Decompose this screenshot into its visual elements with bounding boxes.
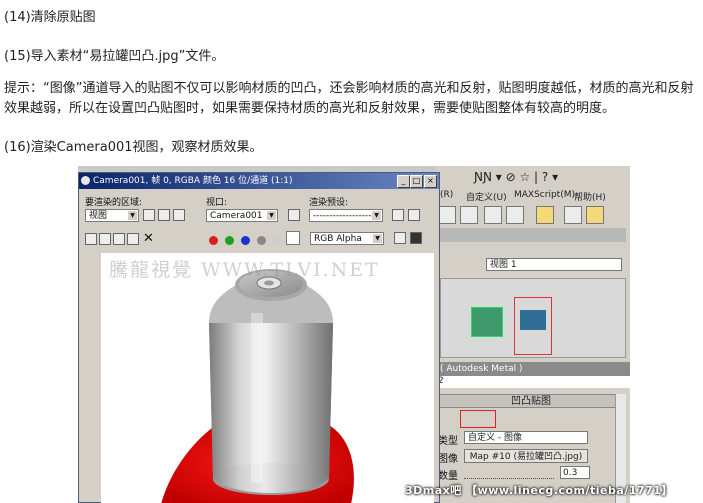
material-editor-icon[interactable]: [536, 206, 554, 224]
can-render-image: [161, 269, 354, 503]
render-setup-icon[interactable]: [392, 209, 404, 221]
number-field[interactable]: 2: [436, 376, 630, 388]
view-select[interactable]: 视图 1: [486, 258, 622, 271]
toolbar-icon[interactable]: [564, 206, 582, 224]
save-icon[interactable]: [85, 233, 97, 245]
close-icon[interactable]: ×: [424, 175, 437, 188]
linecg-watermark: 3Dmax吧 【www.linecg.com/tieba/1771】: [405, 484, 673, 497]
amount-slider[interactable]: [464, 468, 554, 479]
material-type-label: ( Autodesk Metal ): [436, 362, 630, 376]
bump-map-rollout[interactable]: 凹凸贴图: [438, 394, 624, 408]
bump-map-button[interactable]: Map #10 (易拉罐凹凸.jpg): [464, 449, 588, 463]
max-toolbar-glyphs: ƝƝ ▾ ⊘ ☆ | ? ▾: [474, 170, 559, 184]
area-label: 要渲染的区域:: [85, 198, 143, 208]
step-15-text: (15)导入素材“易拉罐凹凸.jpg”文件。: [4, 49, 225, 64]
red-channel-icon[interactable]: [209, 236, 218, 245]
tip-paragraph: 提示：“图像”通道导入的贴图不仅可以影响材质的凹凸，还会影响材质的高光和反射，贴…: [4, 81, 694, 116]
amount-field[interactable]: 0.3: [560, 466, 590, 479]
lock-icon[interactable]: [288, 209, 300, 221]
tlvi-watermark: 騰龍視覺 WWW.TLVI.NET: [109, 259, 380, 281]
toolbar-icon[interactable]: [438, 206, 456, 224]
copy-icon[interactable]: [99, 233, 111, 245]
toggle-ui-icon[interactable]: [410, 232, 422, 244]
render-icon[interactable]: [586, 206, 604, 224]
map-node[interactable]: [471, 307, 503, 337]
render-window-titlebar[interactable]: Camera001, 帧 0, RGBA 颜色 16 位/通道 (1:1) _ …: [79, 173, 439, 189]
blue-channel-icon[interactable]: [241, 236, 250, 245]
render-canvas: 騰龍視覺 WWW.TLVI.NET: [101, 253, 434, 503]
node-graph-view[interactable]: [440, 278, 626, 358]
menu-item-maxscript[interactable]: MAXScript(M): [514, 190, 575, 200]
minimize-icon[interactable]: _: [397, 175, 410, 188]
crop-icon[interactable]: [173, 209, 185, 221]
app-icon: [81, 176, 90, 185]
environment-icon[interactable]: [408, 209, 420, 221]
highlight-box: [460, 410, 496, 428]
menu-item-render[interactable]: (R): [440, 190, 453, 200]
image-label: 图像: [438, 454, 458, 465]
clear-icon[interactable]: ✕: [143, 231, 154, 246]
preset-select[interactable]: ------------------- ▼: [309, 209, 383, 222]
region-icon[interactable]: [158, 209, 170, 221]
render-window-title: Camera001, 帧 0, RGBA 颜色 16 位/通道 (1:1): [93, 176, 293, 186]
print-icon[interactable]: [127, 233, 139, 245]
step-16-text: (16)渲染Camera001视图，观察材质效果。: [4, 140, 263, 155]
slate-panel-header: [440, 228, 626, 242]
menu-item-customize[interactable]: 自定义(U): [466, 190, 507, 203]
channel-select[interactable]: RGB Alpha ▼: [310, 232, 384, 245]
amount-label: 数量: [438, 471, 458, 482]
edit-region-icon[interactable]: [143, 209, 155, 221]
viewport-select[interactable]: Camera001 ▼: [206, 209, 278, 222]
display-icon[interactable]: [394, 232, 406, 244]
toolbar-icon[interactable]: [484, 206, 502, 224]
toolbar-icon[interactable]: [506, 206, 524, 224]
menu-item-help[interactable]: 帮助(H): [574, 190, 606, 203]
clone-icon[interactable]: [113, 233, 125, 245]
material-node[interactable]: [514, 297, 552, 355]
render-frame-window: Camera001, 帧 0, RGBA 颜色 16 位/通道 (1:1) _ …: [78, 172, 440, 503]
max-main-window: ƝƝ ▾ ⊘ ☆ | ? ▾ (R) 自定义(U) MAXScript(M) 帮…: [436, 166, 630, 503]
color-swatch[interactable]: [286, 231, 300, 245]
mono-icon[interactable]: [272, 236, 281, 245]
green-channel-icon[interactable]: [225, 236, 234, 245]
viewport-label: 视口:: [206, 198, 228, 208]
tutorial-screenshot: ƝƝ ▾ ⊘ ☆ | ? ▾ (R) 自定义(U) MAXScript(M) 帮…: [78, 166, 630, 503]
type-label: 类型: [438, 436, 458, 447]
step-14-text: (14)清除原贴图: [4, 10, 96, 25]
maximize-icon[interactable]: □: [410, 175, 423, 188]
preset-label: 渲染预设:: [309, 198, 349, 208]
alpha-channel-icon[interactable]: [257, 236, 266, 245]
max-menu-bar: (R) 自定义(U) MAXScript(M) 帮助(H): [436, 188, 630, 203]
area-select[interactable]: 视图 ▼: [85, 209, 139, 222]
type-select[interactable]: 自定义 - 图像: [464, 431, 588, 444]
toolbar-icon[interactable]: [460, 206, 478, 224]
